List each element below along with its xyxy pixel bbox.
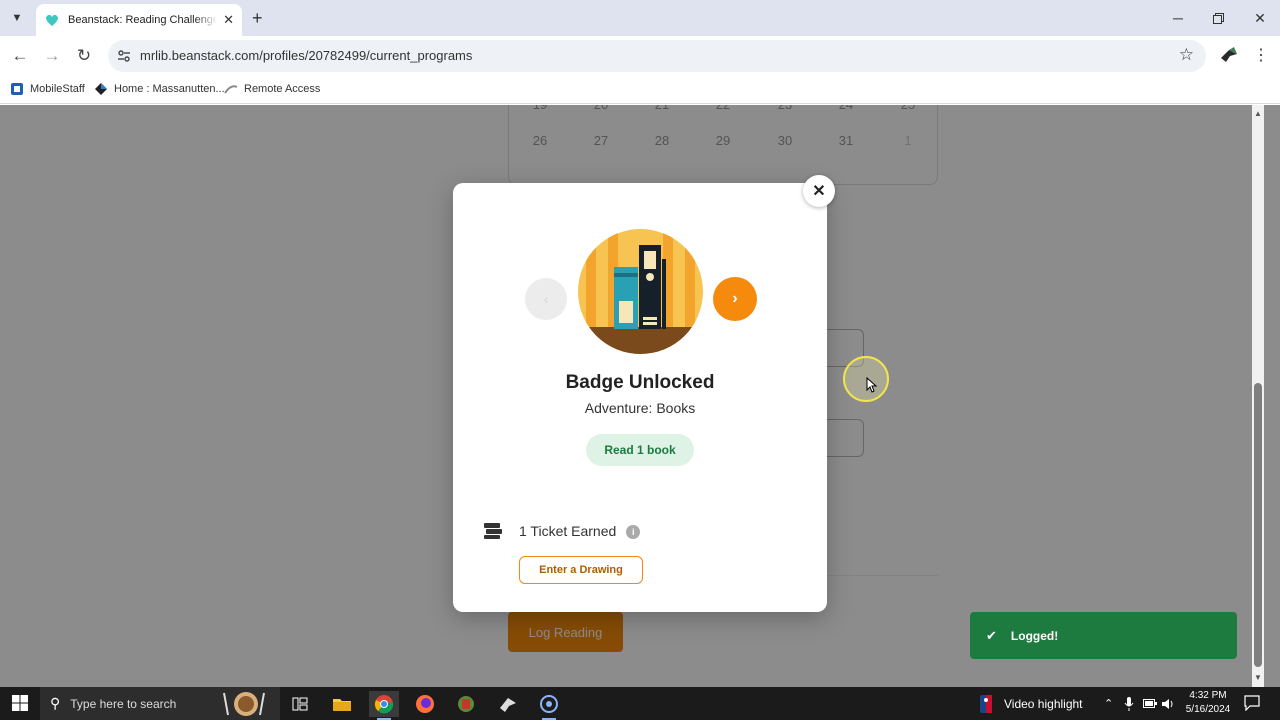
site-settings-icon[interactable] <box>116 48 132 64</box>
logged-toast: ✔ Logged! <box>970 612 1237 659</box>
notification-center-icon[interactable] <box>1244 695 1260 711</box>
back-arrow-icon[interactable]: ← <box>8 44 32 68</box>
app-taskbar-icon[interactable] <box>493 691 523 717</box>
scrollbar-thumb[interactable] <box>1254 383 1262 667</box>
search-highlight-illustration-icon <box>223 692 265 716</box>
badge-subtitle: Adventure: Books <box>584 400 696 416</box>
video-highlight-widget[interactable]: Video highlight <box>978 687 1083 720</box>
battery-icon[interactable] <box>1143 687 1157 720</box>
taskbar-search-placeholder: Type here to search <box>70 696 177 711</box>
diamond-bookmark-icon <box>95 83 107 95</box>
enter-drawing-button[interactable]: Enter a Drawing <box>519 556 643 584</box>
forward-arrow-icon[interactable]: → <box>40 44 64 68</box>
file-explorer-icon[interactable] <box>327 691 357 717</box>
browser-tab-bar: ▼ Beanstack: Reading Challenges and ✕ + … <box>0 0 1280 36</box>
url-text: mrlib.beanstack.com/profiles/20782499/cu… <box>140 48 473 63</box>
tray-overflow-icon[interactable]: ⌃ <box>1104 687 1113 720</box>
reload-icon[interactable]: ↻ <box>72 44 96 68</box>
tab-title: Beanstack: Reading Challenges and <box>68 14 218 26</box>
beanstack-heart-icon <box>46 14 58 26</box>
badge-title: Badge Unlocked <box>565 372 715 393</box>
bookmark-remote-access[interactable]: Remote Access <box>224 82 320 96</box>
page-scrollbar[interactable]: ▲ ▼ <box>1252 105 1264 687</box>
toast-message: Logged! <box>1010 628 1059 643</box>
windows-start-icon[interactable] <box>12 695 28 711</box>
browser-toolbar: ← → ↻ mrlib.beanstack.com/profiles/20782… <box>0 36 1280 76</box>
chevron-left-icon: ‹ <box>543 291 549 307</box>
tab-close-icon[interactable]: ✕ <box>223 12 234 28</box>
scroll-up-icon[interactable]: ▲ <box>1254 109 1262 118</box>
app-taskbar-icon[interactable] <box>451 691 481 717</box>
volume-icon[interactable] <box>1161 687 1175 720</box>
recorder-taskbar-icon[interactable] <box>534 691 564 720</box>
extension-icon[interactable] <box>1218 44 1240 66</box>
clock-time: 4:32 PM <box>1189 690 1227 701</box>
restore-icon <box>1212 12 1224 24</box>
carousel-next-button[interactable]: › <box>713 277 757 321</box>
badge-unlocked-modal: ‹ › Badge Unlocked Adventure: Books Read… <box>453 183 827 612</box>
clock-date: 5/16/2024 <box>1185 704 1231 715</box>
close-window-button[interactable]: ✕ <box>1240 0 1280 36</box>
bookmarks-bar: MobileStaff Home : Massanutten... Remote… <box>0 76 1280 104</box>
badge-requirement-pill: Read 1 book <box>586 434 694 466</box>
bookmark-mobilestaff[interactable]: MobileStaff <box>10 82 85 96</box>
remote-access-icon <box>224 85 238 94</box>
modal-close-button[interactable]: ✕ <box>803 175 835 207</box>
video-highlight-label: Video highlight <box>1004 696 1083 711</box>
books-badge-icon <box>578 229 703 354</box>
address-bar[interactable]: mrlib.beanstack.com/profiles/20782499/cu… <box>108 40 1206 72</box>
windows-taskbar: ⚲ Type here to search Video highlight ⌃ … <box>0 687 1280 720</box>
carousel-prev-button[interactable]: ‹ <box>525 278 567 320</box>
microphone-icon[interactable] <box>1124 687 1134 720</box>
ticket-icon <box>484 523 502 539</box>
nba-logo-icon <box>980 694 992 713</box>
tab-search-chevron-icon[interactable]: ▼ <box>6 7 28 29</box>
checkmark-icon: ✔ <box>986 627 997 643</box>
active-tab[interactable]: Beanstack: Reading Challenges and ✕ <box>36 4 242 36</box>
tickets-earned-label: 1 Ticket Earned <box>519 523 617 539</box>
task-view-icon[interactable] <box>285 691 315 717</box>
search-icon: ⚲ <box>50 695 61 711</box>
mobilestaff-icon <box>11 83 23 95</box>
minimize-button[interactable]: ─ <box>1158 0 1198 36</box>
firefox-taskbar-icon[interactable] <box>410 691 440 717</box>
browser-menu-icon[interactable]: ⋮ <box>1252 44 1270 68</box>
chevron-right-icon: › <box>732 290 738 307</box>
info-icon[interactable]: i <box>626 525 641 539</box>
scroll-down-icon[interactable]: ▼ <box>1254 673 1262 682</box>
mouse-pointer-icon <box>866 377 878 393</box>
ticket-row: 1 Ticket Earned i <box>483 522 641 540</box>
chrome-taskbar-icon[interactable] <box>369 691 399 720</box>
taskbar-clock[interactable]: 4:32 PM 5/16/2024 <box>1176 689 1240 717</box>
new-tab-button[interactable]: + <box>252 8 263 28</box>
bookmark-star-icon[interactable]: ☆ <box>1179 45 1194 65</box>
bookmark-home-massanutten[interactable]: Home : Massanutten... <box>94 82 225 96</box>
restore-button[interactable] <box>1198 0 1238 36</box>
